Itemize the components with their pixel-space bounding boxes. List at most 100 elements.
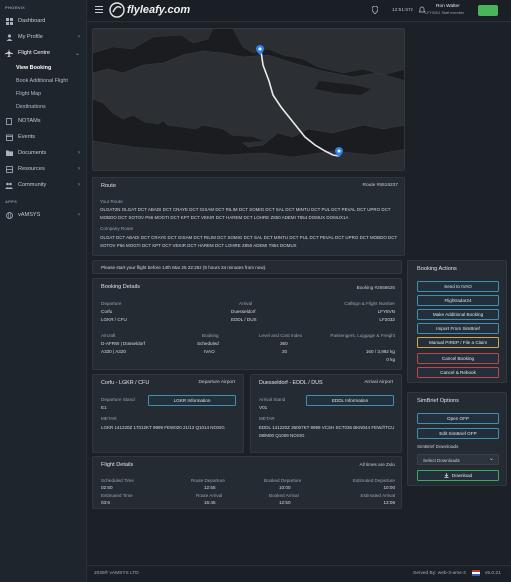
estimated-arrival-label: Estimated Arrival [360, 493, 395, 498]
sidebar-subitem-book-additional[interactable]: Book Additional Flight [0, 74, 86, 87]
flight-details-title: Flight Details [101, 462, 134, 468]
departure-airport-panel: Corfu - LGKR / CFU Departure Airport Dep… [92, 374, 244, 453]
route-departure-value: 12:55 [204, 485, 216, 490]
eddl-information-button[interactable]: EDDL Information [306, 395, 394, 406]
sidebar-subitem-flight-map[interactable]: Flight Map [0, 87, 86, 100]
booked-departure-label: Booked Departure [264, 478, 302, 483]
chevron-right-icon: › [78, 182, 80, 188]
booking-actions-panel: Booking Actions Send to IVAO Flightradar… [407, 260, 507, 383]
route-title: Route [101, 183, 116, 189]
chevron-right-icon: › [78, 212, 80, 218]
estimated-arrival-value: 13:06 [383, 500, 396, 505]
scheduled-time-value: 02:50 [101, 485, 113, 490]
cancel-rebook-button[interactable]: Cancel & Rebook [417, 367, 499, 378]
footer-served-by: Served By: web-3-ams-3 [413, 571, 466, 576]
netherlands-flag-icon [472, 570, 480, 576]
sidebar-item-events[interactable]: Events [0, 129, 86, 145]
your-route-text: OLGAT2N OLGAT DCT ABADI DCT CRAYE DCT GI… [100, 207, 391, 220]
import-simbrief-button[interactable]: Import From SimBrief [417, 323, 499, 334]
sidebar-subitem-view-booking[interactable]: View Booking [0, 61, 86, 74]
flight-details-panel: Flight Details All times are Zulu Schedu… [92, 456, 402, 509]
sidebar-item-resources[interactable]: Resources › [0, 161, 86, 177]
download-icon [444, 472, 449, 479]
departure-metar-label: METAR [101, 416, 117, 421]
departure-stand-value: E1 [101, 405, 107, 410]
flightradar24-button[interactable]: Flightradar24 [417, 295, 499, 306]
departure-stand-label: Departure Stand [101, 397, 135, 402]
booking-label: Booking [202, 333, 219, 338]
company-route-label: Company Route [100, 226, 134, 231]
start-notice: Please start your flight before 14th Mar… [92, 260, 402, 274]
manual-pirep-button[interactable]: Manual PIREP / File a Claim [417, 337, 499, 348]
user-role: LFY0001 Staff member [425, 11, 465, 15]
timezone-note: All times are Zulu [359, 462, 396, 467]
aircraft-registration: D-AFRW | Düsseldorf [101, 341, 145, 346]
estimated-departure-value: 10:00 [383, 485, 396, 490]
sidebar-item-flight-centre[interactable]: Flight Centre ⌄ [0, 45, 86, 61]
edit-simbrief-ofp-button[interactable]: Edit SimBrief OFP [417, 428, 499, 439]
arrival-label: Arrival [239, 301, 253, 306]
arrival-code: EDDL / DUS [231, 317, 257, 322]
user-name[interactable]: Ron Walter [436, 4, 460, 9]
route-departure-label: Route Departure [191, 478, 225, 483]
departure-metar-text: LGKR 141220Z 17012KT 9999 FEW020 21/13 Q… [101, 425, 225, 430]
estimated-time-value: 03:6 [101, 500, 110, 505]
level-label: Level and Cost Index [259, 333, 303, 338]
box-icon [5, 165, 13, 173]
map-canvas [93, 29, 404, 170]
estimated-time-label: Estimated Time [101, 493, 133, 498]
sidebar-item-community[interactable]: Community › [0, 177, 86, 193]
logo-icon [109, 2, 125, 20]
footer-version: v5.0.21 [485, 571, 501, 576]
clock-time: 12:51:57z [392, 8, 414, 13]
chevron-down-icon: ⌄ [74, 50, 80, 57]
cancel-booking-button[interactable]: Cancel Booking [417, 353, 499, 364]
chevron-right-icon: › [78, 166, 80, 172]
route-map[interactable] [92, 28, 405, 171]
download-button[interactable]: Download [417, 470, 499, 481]
sidebar-item-notams[interactable]: NOTAMs [0, 113, 86, 129]
your-route-label: Your Route [100, 199, 123, 204]
booking-network: IVAO [204, 349, 215, 354]
sidebar-item-label: My Profile [18, 34, 43, 40]
make-additional-booking-button[interactable]: Make Additional Booking [417, 309, 499, 320]
sidebar-item-label: Flight Centre [18, 50, 51, 56]
departure-map-pin-icon[interactable] [256, 45, 264, 57]
chevron-right-icon: › [78, 34, 80, 40]
simbrief-downloads-select[interactable]: Select Downloads ⌄ [417, 454, 499, 465]
departure-city: Corfu [101, 309, 113, 314]
arrival-airport-panel: Duesseldorf - EDDL / DUS Arrival Airport… [250, 374, 402, 453]
location-icon[interactable] [371, 5, 379, 16]
globe-icon [5, 211, 13, 219]
booking-number: Booking #2668626 [356, 285, 395, 290]
sidebar-item-dashboard[interactable]: Dashboard [0, 13, 86, 29]
app-logo[interactable]: flyleafy.com [127, 4, 190, 16]
booked-departure-value: 10:00 [279, 485, 291, 490]
lgkr-information-button[interactable]: LGKR Information [148, 395, 236, 406]
sidebar-item-documents[interactable]: Documents › [0, 145, 86, 161]
booking-details-panel: Booking Details Booking #2668626 Departu… [92, 278, 402, 370]
open-ofp-button[interactable]: Open OFP [417, 413, 499, 424]
aircraft-type: A320 | A320 [101, 349, 126, 354]
sidebar-section-label: PHOENIX [5, 5, 26, 10]
people-icon [5, 181, 13, 189]
sidebar-item-vamsys[interactable]: vAMSYS › [0, 207, 86, 223]
sidebar-item-label: NOTAMs [18, 118, 41, 124]
arrival-map-pin-icon[interactable] [335, 147, 343, 159]
sidebar-item-profile[interactable]: My Profile › [0, 29, 86, 45]
simbrief-options-panel: SimBrief Options Open OFP Edit SimBrief … [407, 392, 507, 486]
sidebar-item-label: Documents [18, 150, 47, 156]
booking-status: Scheduled [197, 341, 219, 346]
send-to-ivao-button[interactable]: Send to IVAO [417, 281, 499, 292]
arrival-stand-label: Arrival Stand [259, 397, 286, 402]
arrival-stand-value: V01 [259, 405, 268, 410]
callsign-value: LFY8VN [377, 309, 395, 314]
sidebar: PHOENIX Dashboard My Profile › Flight Ce… [0, 0, 87, 582]
freight-value: 0 kg [386, 357, 395, 362]
sidebar-subitem-destinations[interactable]: Destinations [0, 100, 86, 113]
avatar[interactable] [478, 5, 498, 16]
booking-title: Booking Details [101, 284, 140, 290]
pax-value: 160 / 3,992 kg [365, 349, 395, 354]
menu-icon[interactable] [95, 6, 103, 15]
sidebar-item-label: Dashboard [18, 18, 46, 24]
